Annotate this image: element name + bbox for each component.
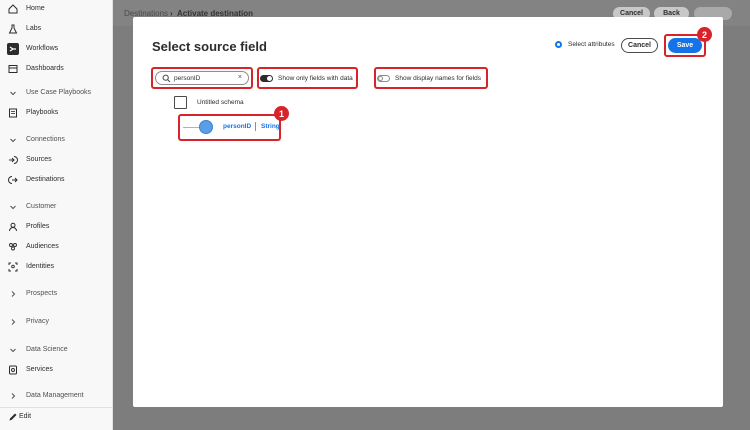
dashboard-icon [7,63,19,75]
sidebar: Home Labs Workflows Dashboards Use Case … [0,0,113,430]
sidebar-item-label: Profiles [26,223,50,230]
chevron-down-icon [7,201,19,213]
chevron-down-icon [7,87,19,99]
flask-icon [7,23,19,35]
sidebar-section-label: Data Science [26,346,68,353]
select-attributes-label: Select attributes [568,41,615,48]
sidebar-item-workflows[interactable]: Workflows [0,41,112,57]
chevron-right-icon [7,390,19,402]
home-icon [7,3,19,15]
sidebar-section-label: Privacy [26,318,49,325]
sidebar-item-playbooks[interactable]: Playbooks [0,105,112,121]
sidebar-item-label: Labs [26,25,42,32]
edit-nav-button[interactable]: Edit [0,409,112,425]
sources-icon [7,154,19,166]
sidebar-item-label: Home [26,5,45,12]
clear-icon[interactable]: × [238,74,242,81]
sidebar-item-labs[interactable]: Labs [0,21,112,37]
sidebar-item-destinations[interactable]: Destinations [0,172,112,188]
sidebar-item-label: Identities [26,263,55,270]
callout-badge-1: 1 [274,106,289,121]
sidebar-divider [0,407,112,408]
sidebar-section-connections[interactable]: Connections [0,132,112,148]
sidebar-item-label: Audiences [26,243,59,250]
chevron-right-icon [7,288,19,300]
profile-icon [7,221,19,233]
pencil-icon [7,411,19,423]
sidebar-item-sources[interactable]: Sources [0,152,112,168]
sidebar-section-privacy[interactable]: Privacy [0,314,112,330]
show-display-names-label: Show display names for fields [395,75,481,82]
chevron-down-icon [7,344,19,356]
radio-icon[interactable] [555,41,562,48]
select-source-field-dialog: Select source field Select attributes Ca… [133,17,723,407]
sidebar-item-label: Services [26,366,53,373]
playbook-icon [7,107,19,119]
sidebar-section-use-case-playbooks[interactable]: Use Case Playbooks [0,85,112,101]
sidebar-section-prospects[interactable]: Prospects [0,286,112,302]
show-fields-with-data-toggle[interactable] [260,75,273,82]
sidebar-item-audiences[interactable]: Audiences [0,239,112,255]
cancel-button[interactable]: Cancel [621,38,658,53]
sidebar-section-label: Use Case Playbooks [26,89,91,96]
sidebar-item-profiles[interactable]: Profiles [0,219,112,235]
schema-checkbox[interactable] [174,96,187,109]
sidebar-item-label: Playbooks [26,109,59,116]
search-value: personID [174,75,201,82]
callout-badge-2: 2 [697,27,712,42]
field-type: String [261,123,280,130]
edit-label: Edit [19,413,32,420]
field-separator [255,122,256,131]
field-select-radio[interactable] [199,120,213,134]
field-name[interactable]: personID [223,123,251,130]
sidebar-item-services[interactable]: Services [0,362,112,378]
workflow-icon [7,43,19,55]
sidebar-item-label: Destinations [26,176,65,183]
sidebar-section-label: Connections [26,136,65,143]
sidebar-section-label: Customer [26,203,57,210]
sidebar-section-data-science[interactable]: Data Science [0,342,112,358]
chevron-right-icon [7,316,19,328]
sidebar-item-identities[interactable]: Identities [0,259,112,275]
sidebar-section-label: Data Management [26,392,84,399]
sidebar-section-customer[interactable]: Customer [0,199,112,215]
sidebar-item-label: Workflows [26,45,59,52]
sidebar-item-label: Dashboards [26,65,64,72]
dialog-title: Select source field [152,39,267,54]
search-icon [162,74,171,85]
sidebar-item-label: Sources [26,156,52,163]
audiences-icon [7,241,19,253]
destinations-icon [7,174,19,186]
chevron-down-icon [7,134,19,146]
sidebar-section-label: Prospects [26,290,58,297]
show-display-names-toggle[interactable] [377,75,390,82]
save-button[interactable]: Save [668,38,702,53]
select-attributes-radio[interactable]: Select attributes [555,41,615,48]
toggle-knob [378,76,383,81]
search-input[interactable]: personID × [155,71,249,85]
show-fields-with-data-label: Show only fields with data [278,75,353,82]
schema-label: Untitled schema [197,99,244,106]
services-icon [7,364,19,376]
toggle-knob [267,76,272,81]
identities-icon [7,261,19,273]
sidebar-item-dashboards[interactable]: Dashboards [0,61,112,77]
sidebar-item-home[interactable]: Home [0,1,112,17]
sidebar-section-data-management[interactable]: Data Management [0,388,112,404]
